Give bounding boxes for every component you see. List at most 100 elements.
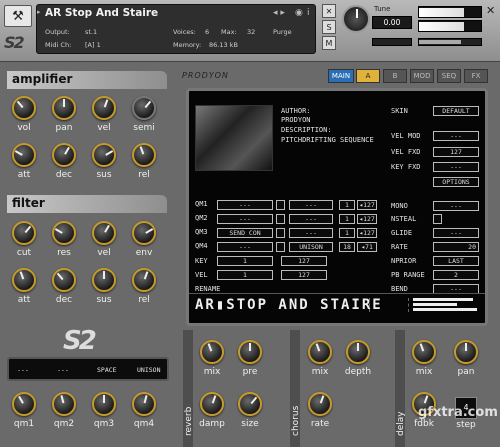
vel-low[interactable]: 1 [217, 270, 273, 280]
qm4-channel[interactable]: 18 [339, 242, 355, 252]
patch-name-display: AR▮STOP AND STAIRE [195, 297, 383, 313]
tab-a[interactable]: A [356, 69, 380, 83]
camera-icon[interactable]: ◉ [295, 8, 303, 18]
max-value[interactable]: 32 [247, 28, 255, 36]
qm2-label: QM2 [195, 214, 208, 222]
tab-fx[interactable]: FX [464, 69, 488, 83]
mono-label: MONO [391, 202, 408, 210]
rate-slider[interactable]: 20 [433, 242, 479, 252]
prev-next-icon[interactable]: ◂ ▸ [273, 8, 285, 18]
qm3-target[interactable]: --- [289, 228, 333, 238]
expand-icon[interactable]: ▸ [37, 8, 41, 16]
midi-value[interactable]: [A] 1 [85, 41, 101, 49]
chorus-mix-knob[interactable] [308, 340, 332, 364]
chorus-depth-knob[interactable] [346, 340, 370, 364]
amp-sus-knob[interactable] [92, 143, 116, 167]
filter-cut-knob[interactable] [12, 221, 36, 245]
tab-mod[interactable]: MOD [410, 69, 434, 83]
qm4-toggle[interactable] [276, 242, 285, 252]
pb-range-value[interactable]: 2 [433, 270, 479, 280]
delay-pan-knob[interactable] [454, 340, 478, 364]
filter-dec-knob[interactable] [52, 268, 76, 292]
key-low[interactable]: 1 [217, 256, 273, 266]
quick-slot-3[interactable]: SPACE [97, 366, 117, 374]
qm2-target[interactable]: --- [289, 214, 333, 224]
qm1-target[interactable]: --- [289, 200, 333, 210]
close-icon[interactable]: ✕ [322, 4, 336, 18]
amp-vel-knob[interactable] [92, 96, 116, 120]
solo-button[interactable]: S [322, 20, 336, 34]
reverb-size-knob[interactable] [238, 392, 262, 416]
amp-semi-knob[interactable] [132, 96, 156, 120]
qm4-target[interactable]: UNISON [289, 242, 333, 252]
quick-slot-1[interactable]: --- [17, 366, 29, 374]
qm4-source[interactable]: --- [217, 242, 273, 252]
qm3-toggle[interactable] [276, 228, 285, 238]
filter-env-knob[interactable] [132, 221, 156, 245]
qm2-value[interactable]: ◂127 [357, 214, 377, 224]
qm2-knob[interactable] [52, 392, 76, 416]
qm3-source[interactable]: SEND CON [217, 228, 273, 238]
skin-dropdown[interactable]: DEFAULT [433, 106, 479, 116]
qm3-channel[interactable]: 1 [339, 228, 355, 238]
chorus-rate-knob[interactable] [308, 392, 332, 416]
qm4-knob[interactable] [132, 392, 156, 416]
output-value[interactable]: st.1 [85, 28, 97, 36]
options-button[interactable]: OPTIONS [433, 177, 479, 187]
volume-slider[interactable] [418, 38, 482, 46]
amp-rel-knob[interactable] [132, 143, 156, 167]
amp-pan-knob[interactable] [52, 96, 76, 120]
vel-high[interactable]: 127 [281, 270, 327, 280]
amp-vol-knob[interactable] [12, 96, 36, 120]
vel-mod-dropdown[interactable]: --- [433, 131, 479, 141]
qm4-value[interactable]: ◂71 [357, 242, 377, 252]
filter-res-knob[interactable] [52, 221, 76, 245]
filter-vel-knob[interactable] [92, 221, 116, 245]
wrench-icon[interactable]: ⚒ [4, 5, 32, 27]
quick-slot-2[interactable]: --- [57, 366, 69, 374]
key-fxd-dropdown[interactable]: --- [433, 162, 479, 172]
qm3-value[interactable]: ◂127 [357, 228, 377, 238]
qm1-knob[interactable] [12, 392, 36, 416]
reverb-damp-knob[interactable] [200, 392, 224, 416]
amp-att-knob[interactable] [12, 143, 36, 167]
qm1-value[interactable]: ◂127 [357, 200, 377, 210]
reverb-pre-knob[interactable] [238, 340, 262, 364]
qm1-channel[interactable]: 1 [339, 200, 355, 210]
delay-mix-knob[interactable] [412, 340, 436, 364]
mono-dropdown[interactable]: --- [433, 201, 479, 211]
mute-button[interactable]: M [322, 36, 336, 50]
filter-rel-knob[interactable] [132, 268, 156, 292]
qm1-source[interactable]: --- [217, 200, 273, 210]
quick-slot-4[interactable]: UNISON [137, 366, 160, 374]
rename-button[interactable]: RENAME [195, 285, 220, 293]
tune-value[interactable]: 0.00 [372, 16, 412, 29]
purge-button[interactable]: Purge [273, 28, 292, 36]
tab-b[interactable]: B [383, 69, 407, 83]
divider [189, 293, 485, 294]
pan-slider[interactable] [372, 38, 412, 46]
glide-dropdown[interactable]: --- [433, 228, 479, 238]
qm3-knob[interactable] [92, 392, 116, 416]
vel-fxd-value[interactable]: 127 [433, 147, 479, 157]
info-icon[interactable]: i [307, 8, 310, 18]
filter-cut-label: cut [16, 248, 32, 258]
tune-knob[interactable] [342, 5, 370, 33]
filter-att-knob[interactable] [12, 268, 36, 292]
instrument-name[interactable]: AR Stop And Staire [45, 7, 158, 19]
filter-sus-knob[interactable] [92, 268, 116, 292]
nsteal-checkbox[interactable] [433, 214, 442, 224]
qm1-label: qm1 [13, 419, 35, 429]
qm1-toggle[interactable] [276, 200, 285, 210]
reverb-mix-knob[interactable] [200, 340, 224, 364]
s2-logo: S2 [4, 33, 25, 52]
qm2-channel[interactable]: 1 [339, 214, 355, 224]
nprior-dropdown[interactable]: LAST [433, 256, 479, 266]
qm2-source[interactable]: --- [217, 214, 273, 224]
key-high[interactable]: 127 [281, 256, 327, 266]
amp-dec-knob[interactable] [52, 143, 76, 167]
qm2-toggle[interactable] [276, 214, 285, 224]
tab-seq[interactable]: SEQ [437, 69, 461, 83]
tab-main[interactable]: MAIN [328, 69, 354, 83]
close-instrument-icon[interactable]: ✕ [486, 4, 495, 17]
